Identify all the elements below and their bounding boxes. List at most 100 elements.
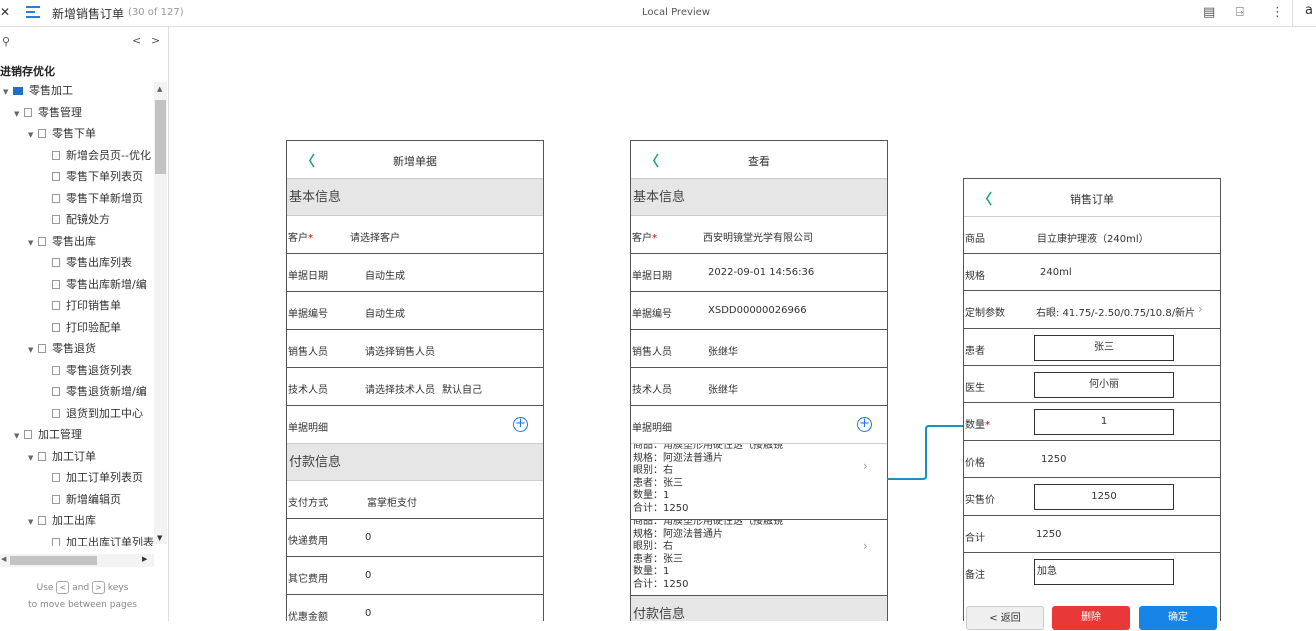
tree-item[interactable]: 新增编辑页 [42, 489, 121, 510]
sales-label: 销售人员 [632, 347, 672, 358]
search-icon[interactable]: ⚲ [2, 35, 10, 48]
tree-item[interactable]: 零售退货新增/编 [42, 381, 147, 402]
other-fee-row[interactable]: 其它费用 0 [287, 557, 543, 595]
detail-row: 单据明细 + [287, 406, 543, 444]
express-row[interactable]: 快递费用 0 [287, 519, 543, 557]
page-icon [52, 537, 60, 546]
prev-page-icon[interactable]: < [132, 34, 141, 47]
detail-item[interactable]: 商品：角膜塑形用硬性透气接触镜 规格：阿迩法普通片 眼别：右 患者：张三 数量：… [631, 444, 887, 520]
tree-item[interactable]: 配镜处方 [42, 209, 110, 230]
back-button[interactable]: < 返回 [966, 606, 1044, 630]
tree-item[interactable]: ▼ 加工管理 [14, 424, 82, 445]
remark-field[interactable]: 加急 [1034, 559, 1174, 585]
doctor-row[interactable]: 医生 何小丽 [964, 366, 1220, 403]
total-row: 合计 1250 [964, 516, 1220, 553]
tree-item[interactable]: 零售退货列表 [42, 360, 132, 381]
tree-item[interactable]: ▼ 零售出库 [28, 231, 96, 252]
remark-row[interactable]: 备注 加急 [964, 553, 1220, 590]
expand-icon[interactable]: ▼ [28, 448, 38, 469]
tree-item[interactable]: ▼ 零售加工 [3, 80, 73, 101]
expand-icon[interactable]: ▼ [14, 104, 24, 125]
doctor-field[interactable]: 何小丽 [1034, 372, 1174, 398]
sales-row[interactable]: 销售人员 请选择销售人员 [287, 330, 543, 368]
tree-item[interactable]: 零售出库列表 [42, 252, 132, 273]
tree-item[interactable]: 打印销售单 [42, 295, 121, 316]
expand-icon[interactable]: ▼ [28, 233, 38, 254]
sales-value: 张继华 [708, 347, 738, 358]
horizontal-scrollbar[interactable]: ◀ ▶ [0, 554, 154, 567]
actual-price-field[interactable]: 1250 [1034, 484, 1174, 510]
vertical-scrollbar[interactable]: ▲ ▼ [154, 82, 167, 544]
scroll-thumb-h[interactable] [10, 556, 97, 565]
express-value[interactable]: 0 [365, 532, 371, 543]
pay-method-value[interactable]: 富掌柜支付 [367, 494, 417, 509]
tree-item[interactable]: 加工出库订单列表 [42, 532, 154, 546]
tree-item[interactable]: 新增会员页--优化 [42, 145, 151, 166]
expand-icon[interactable]: ▼ [28, 125, 38, 146]
custom-param-row[interactable]: 定制参数 右眼: 41.75/-2.50/0.75/10.8/新片 › [964, 291, 1220, 329]
scroll-thumb[interactable] [155, 100, 166, 174]
tree-item[interactable]: 退货到加工中心 [42, 403, 143, 424]
expand-icon[interactable]: ▼ [28, 512, 38, 533]
tree-item-label: 打印验配单 [66, 320, 121, 334]
new-document-frame: 〈 新增单据 基本信息 客户* 请选择客户 单据日期 自动生成 单据编号 自动生… [286, 140, 544, 621]
folder-icon [13, 87, 23, 95]
custom-param-value[interactable]: 右眼: 41.75/-2.50/0.75/10.8/新片 [1036, 304, 1195, 319]
patient-field[interactable]: 张三 [1034, 335, 1174, 361]
quantity-field[interactable]: 1 [1034, 409, 1174, 435]
connector-line [887, 425, 965, 480]
more-icon[interactable]: ⋮ [1271, 5, 1284, 20]
scroll-up-icon[interactable]: ▲ [157, 85, 162, 93]
customer-select[interactable]: 请选择客户 [350, 229, 400, 244]
scroll-left-icon[interactable]: ◀ [1, 555, 6, 563]
page-icon [52, 193, 60, 203]
tech-row: 技术人员 张继华 [631, 368, 887, 406]
tree-item[interactable]: ▼ 加工订单 [28, 446, 96, 467]
delete-button[interactable]: 删除 [1052, 606, 1130, 630]
page-icon [38, 516, 46, 525]
next-page-icon[interactable]: > [151, 34, 160, 47]
tree-item[interactable]: ▼ 加工出库 [28, 510, 96, 531]
sales-select[interactable]: 请选择销售人员 [365, 343, 435, 358]
patient-label: 患者 [965, 346, 985, 357]
customer-row[interactable]: 客户* 请选择客户 [287, 216, 543, 254]
tree-item-label: 零售出库 [52, 234, 96, 248]
detail-item[interactable]: 商品：角膜塑形用硬性透气接触镜 规格：阿迩法普通片 眼别：右 患者：张三 数量：… [631, 520, 887, 596]
tech-value: 张继华 [708, 385, 738, 396]
add-icon[interactable]: + [857, 417, 872, 432]
sales-label: 销售人员 [288, 347, 328, 358]
number-value: XSDD00000026966 [708, 305, 807, 316]
quantity-row[interactable]: 数量* 1 [964, 403, 1220, 441]
expand-icon[interactable]: ▼ [3, 82, 13, 103]
tech-select[interactable]: 请选择技术人员 [365, 381, 435, 396]
notes-icon[interactable]: ▤ [1203, 5, 1215, 20]
tree-item[interactable]: ▼ 零售下单 [28, 123, 96, 144]
tree-item[interactable]: ▼ 零售管理 [14, 102, 82, 123]
tree-item[interactable]: 零售出库新增/编 [42, 274, 147, 295]
other-fee-value[interactable]: 0 [365, 570, 371, 581]
actual-price-row[interactable]: 实售价 1250 [964, 478, 1220, 516]
tree-item[interactable]: 加工订单列表页 [42, 467, 143, 488]
discount-row[interactable]: 优惠金额 0 [287, 595, 543, 621]
tree-item-label: 零售出库新增/编 [66, 277, 147, 291]
pay-method-row[interactable]: 支付方式 富掌柜支付 [287, 481, 543, 519]
tree-item-label: 零售下单列表页 [66, 170, 143, 183]
customer-label: 客户* [632, 233, 657, 244]
scroll-down-icon[interactable]: ▼ [157, 534, 162, 542]
expand-icon[interactable]: ▼ [28, 340, 38, 361]
fit-icon[interactable]: ⍈ [1236, 5, 1244, 20]
discount-value[interactable]: 0 [365, 608, 371, 619]
scroll-right-icon[interactable]: ▶ [142, 555, 147, 563]
tree-item[interactable]: 零售下单列表页 [42, 166, 143, 187]
confirm-button[interactable]: 确定 [1139, 606, 1217, 630]
account-initial[interactable]: a [1305, 3, 1313, 18]
detail-label: 单据明细 [288, 423, 328, 434]
page-icon [24, 430, 32, 439]
tech-row[interactable]: 技术人员 请选择技术人员 默认自己 [287, 368, 543, 406]
add-icon[interactable]: + [513, 417, 528, 432]
tree-item[interactable]: 打印验配单 [42, 317, 121, 338]
patient-row[interactable]: 患者 张三 [964, 329, 1220, 366]
expand-icon[interactable]: ▼ [14, 426, 24, 447]
tree-item[interactable]: 零售下单新增页 [42, 188, 143, 209]
tree-item[interactable]: ▼ 零售退货 [28, 338, 96, 359]
